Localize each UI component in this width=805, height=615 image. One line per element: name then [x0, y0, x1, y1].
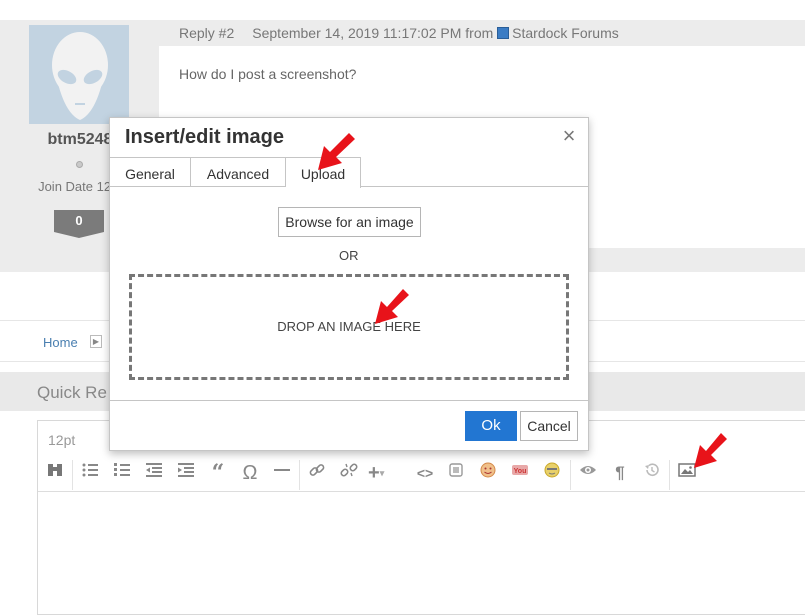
toolbar-separator [299, 460, 300, 490]
blockquote-icon[interactable]: “ [207, 462, 229, 484]
link-icon[interactable] [306, 462, 328, 484]
stardock-icon [497, 27, 510, 39]
cancel-button[interactable]: Cancel [520, 411, 578, 441]
code-icon[interactable]: <> [414, 462, 436, 484]
font-size-select[interactable]: 12pt [48, 432, 75, 448]
toolbar-separator [72, 460, 73, 490]
dialog-footer-divider [110, 400, 588, 401]
post-text: How do I post a screenshot? [179, 66, 357, 82]
forum-link[interactable]: Stardock Forums [512, 25, 619, 41]
close-icon[interactable]: × [558, 124, 580, 148]
preview-icon[interactable] [577, 462, 599, 484]
omega-icon[interactable]: Ω [239, 462, 261, 484]
breadcrumb-home-link[interactable]: Home [43, 335, 78, 350]
emoji-icon[interactable] [477, 462, 499, 484]
indent-icon[interactable] [175, 462, 197, 484]
from-label: from [465, 25, 494, 41]
numbered-list-icon[interactable] [111, 462, 133, 484]
tab-advanced[interactable]: Advanced [191, 157, 286, 186]
bullet-list-icon[interactable] [79, 462, 101, 484]
reply-header: Reply #2 September 14, 2019 11:17:02 PM f… [179, 25, 619, 41]
paragraph-icon[interactable]: ¶ [609, 462, 631, 484]
toolbar-separator [570, 460, 571, 490]
media-icon[interactable] [445, 462, 467, 484]
breadcrumb-arrow-icon[interactable]: ▶ [90, 335, 102, 348]
red-arrow-icon [375, 289, 409, 324]
avatar[interactable] [29, 25, 129, 124]
badge-tip [54, 232, 104, 238]
post-count-badge: 0 [54, 210, 104, 232]
reply-number[interactable]: Reply #2 [179, 25, 234, 41]
red-arrow-icon [318, 133, 355, 170]
drop-zone-label: DROP AN IMAGE HERE [277, 319, 421, 334]
horizontal-rule-icon[interactable] [271, 462, 293, 484]
browse-image-button[interactable]: Browse for an image [278, 207, 421, 237]
online-status-icon [76, 161, 83, 168]
or-label: OR [339, 248, 359, 263]
quick-reply-title: Quick Re [37, 383, 107, 402]
history-icon[interactable] [641, 462, 663, 484]
toolbar-separator [669, 460, 670, 490]
tab-general[interactable]: General [110, 157, 191, 186]
dialog-title: Insert/edit image [125, 126, 284, 148]
outdent-icon[interactable] [143, 462, 165, 484]
alien-avatar-icon [52, 32, 108, 120]
page-top-strip [0, 0, 805, 20]
youtube-icon[interactable]: You [509, 462, 531, 484]
post-date: September 14, 2019 11:17:02 PM [252, 25, 462, 41]
red-arrow-icon [694, 433, 727, 468]
insert-plus-icon[interactable]: +▾ [368, 462, 398, 484]
unlink-icon[interactable] [338, 462, 360, 484]
ok-button[interactable]: Ok [465, 411, 517, 441]
binoculars-icon[interactable] [44, 462, 66, 484]
svg-text:You: You [514, 468, 527, 475]
smiley-icon[interactable] [541, 462, 563, 484]
